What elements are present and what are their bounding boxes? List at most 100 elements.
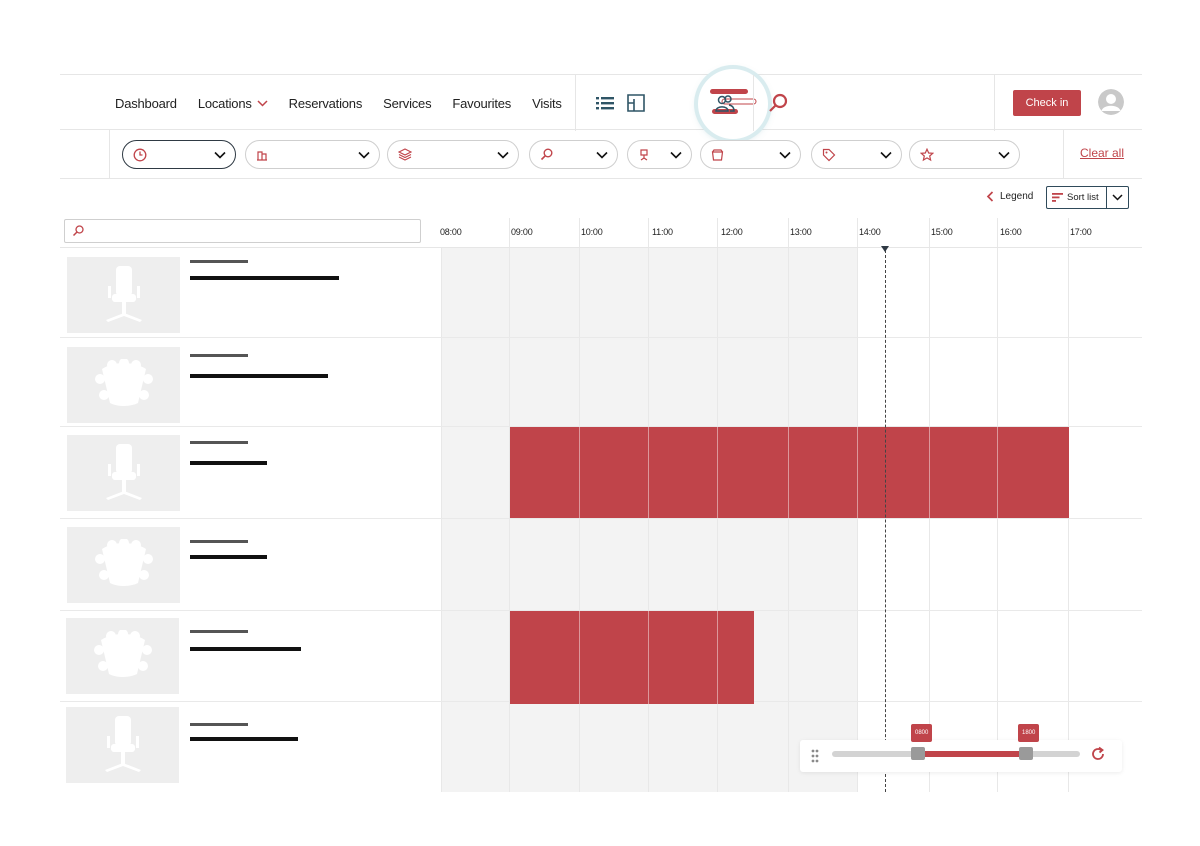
- nav-divider: [994, 75, 995, 131]
- desk-chair-icon: [640, 148, 648, 160]
- reservation-slot[interactable]: [789, 427, 858, 518]
- nav-locations[interactable]: Locations: [198, 96, 268, 111]
- workspace-type-filter[interactable]: [627, 140, 692, 169]
- nav-divider: [575, 75, 576, 131]
- filter-bar: Clear all: [60, 130, 1142, 179]
- nav-divider: [753, 75, 754, 131]
- range-start-handle[interactable]: [911, 747, 925, 760]
- resource-subtitle-redacted: [190, 354, 248, 357]
- top-navigation: Dashboard Locations Reservations Service…: [60, 69, 1142, 139]
- chevron-down-icon: [596, 151, 608, 159]
- resource-subtitle-redacted: [190, 540, 248, 543]
- reservation-slot[interactable]: [858, 427, 930, 518]
- nav-dashboard-label: Dashboard: [115, 95, 177, 111]
- list-view-icon[interactable]: [595, 93, 615, 113]
- desk-chair-icon: [104, 716, 141, 772]
- time-label: 08:00: [440, 227, 462, 237]
- chevron-down-icon: [214, 151, 226, 159]
- row-divider: [60, 518, 1142, 519]
- resource-title-redacted: [190, 737, 298, 741]
- room-filter[interactable]: [700, 140, 801, 169]
- chevron-down-icon: [257, 99, 268, 107]
- reservation-slot[interactable]: [510, 427, 580, 518]
- avatar[interactable]: [1098, 89, 1124, 115]
- resource-thumbnail[interactable]: [67, 435, 180, 511]
- reservation-slot[interactable]: [580, 427, 649, 518]
- search-icon[interactable]: [768, 93, 788, 113]
- nav-visits[interactable]: Visits: [532, 96, 562, 111]
- nav-favourites[interactable]: Favourites: [452, 96, 511, 111]
- meeting-room-icon: [94, 539, 153, 586]
- time-range-fill: [918, 751, 1026, 757]
- search-filter[interactable]: [529, 140, 618, 169]
- star-icon: [920, 147, 934, 161]
- nav-dashboard[interactable]: Dashboard: [115, 96, 177, 111]
- time-label: 14:00: [859, 227, 881, 237]
- sort-list-label: Sort list: [1067, 192, 1099, 203]
- resource-subtitle-redacted: [190, 723, 248, 726]
- time-label: 09:00: [511, 227, 533, 237]
- room-icon: [711, 148, 724, 161]
- building-icon: [257, 150, 267, 161]
- chevron-down-icon: [497, 151, 509, 159]
- legend-label: Legend: [1000, 190, 1034, 202]
- nav-locations-label: Locations: [197, 95, 252, 111]
- resource-thumbnail[interactable]: [67, 347, 180, 423]
- time-range-track[interactable]: 0800 1800: [832, 724, 1080, 760]
- search-icon: [540, 148, 553, 161]
- resource-search-input[interactable]: [89, 222, 409, 240]
- time-label: 15:00: [931, 227, 953, 237]
- time-label: 11:00: [652, 227, 673, 237]
- current-time-marker: [881, 246, 889, 252]
- resource-subtitle-redacted: [190, 260, 248, 263]
- nav-reservations-label: Reservations: [288, 95, 363, 111]
- current-time-line: [885, 250, 886, 792]
- people-icon[interactable]: [715, 93, 735, 113]
- clear-all-link[interactable]: Clear all: [1080, 146, 1124, 160]
- time-filter[interactable]: [122, 140, 236, 169]
- reservation-slot[interactable]: [649, 611, 718, 704]
- chevron-down-icon: [358, 151, 370, 159]
- reservation-slot[interactable]: [718, 611, 754, 704]
- reservation-slot[interactable]: [649, 427, 718, 518]
- layers-icon: [398, 148, 412, 161]
- tag-filter[interactable]: [811, 140, 902, 169]
- sort-list-button[interactable]: Sort list: [1047, 187, 1107, 208]
- range-end-tag: 1800: [1018, 724, 1040, 742]
- header-divider: [60, 247, 1142, 248]
- time-label: 12:00: [721, 227, 743, 237]
- nav-links: Dashboard Locations Reservations Service…: [115, 75, 583, 131]
- range-start-tag: 0800: [911, 724, 933, 742]
- legend-toggle[interactable]: Legend: [986, 188, 1033, 204]
- resource-thumbnail[interactable]: [66, 707, 179, 783]
- resource-subtitle-redacted: [190, 630, 248, 633]
- floorplan-icon[interactable]: [626, 93, 646, 113]
- building-filter[interactable]: [245, 140, 380, 169]
- range-end-handle[interactable]: [1019, 747, 1033, 760]
- check-in-button[interactable]: Check in: [1013, 90, 1081, 116]
- reservation-slot[interactable]: [930, 427, 998, 518]
- favourite-filter[interactable]: [909, 140, 1020, 169]
- floor-filter[interactable]: [387, 140, 519, 169]
- sort-dropdown[interactable]: [1107, 187, 1128, 208]
- resource-thumbnail[interactable]: [67, 257, 180, 333]
- reservation-slot[interactable]: [580, 611, 649, 704]
- resource-title-redacted: [190, 461, 267, 465]
- nav-reservations[interactable]: Reservations: [288, 95, 363, 111]
- reset-icon[interactable]: [1090, 746, 1106, 762]
- nav-services-label: Services: [383, 95, 432, 111]
- reservation-slot[interactable]: [718, 427, 789, 518]
- reservation-slot[interactable]: [998, 427, 1069, 518]
- reservation-slot[interactable]: [510, 611, 580, 704]
- nav-services[interactable]: Services: [383, 96, 431, 111]
- desk-chair-icon: [105, 266, 142, 322]
- nav-favourites-label: Favourites: [452, 95, 512, 111]
- meeting-room-icon: [94, 359, 153, 406]
- filter-divider: [1063, 130, 1064, 179]
- desk-chair-icon: [105, 444, 142, 500]
- drag-handle-icon[interactable]: [811, 749, 819, 763]
- resource-thumbnail[interactable]: [66, 618, 179, 694]
- meeting-room-icon: [93, 630, 152, 677]
- resource-thumbnail[interactable]: [67, 527, 180, 603]
- chevron-down-icon: [779, 151, 791, 159]
